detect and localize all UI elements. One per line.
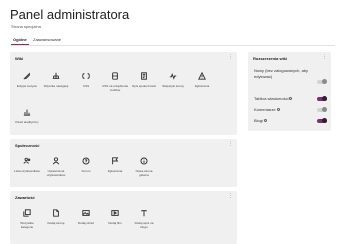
flag-icon — [111, 156, 120, 165]
content-panel-menu-icon[interactable]: ⋮ — [228, 193, 233, 199]
stats-icon — [169, 71, 178, 80]
image-icon — [82, 208, 91, 217]
tile-add-blog-post[interactable]: Dodaj wpis na blogu — [131, 208, 157, 229]
tile-navigation[interactable]: Wtyczka nawigacji — [43, 71, 69, 88]
info-icon — [140, 156, 149, 165]
extensions-panel: Rozszerzenia wiki ⋮ Nowy (bez zalogowany… — [248, 52, 331, 131]
extension-label: Komentarze — [254, 107, 276, 112]
extension-label: Blogi — [254, 118, 263, 123]
tile-user-rights[interactable]: Uprawnienia użytkowników — [43, 156, 69, 177]
extension-toggle[interactable] — [317, 79, 327, 84]
tile-mobile-css[interactable]: CSS na urządzenia mobilne — [102, 71, 128, 92]
users-icon — [23, 156, 32, 165]
tile-add-image[interactable]: Dodaj obraz — [73, 208, 99, 225]
tab-general[interactable]: Ogólne — [11, 37, 29, 45]
wiki-panel-menu-icon[interactable]: ⋮ — [228, 54, 233, 60]
extension-toggle[interactable] — [317, 107, 327, 112]
content-panel: Zawartość ⋮ Wszystkie kategorie Dodaj st… — [10, 191, 237, 244]
description-icon — [140, 71, 149, 80]
user-rights-icon — [52, 156, 61, 165]
extension-toggle[interactable] — [317, 118, 327, 123]
tab-advanced[interactable]: Zaawansowane — [33, 37, 61, 42]
categories-icon — [23, 208, 32, 217]
tile-add-video[interactable]: Dodaj film — [102, 208, 128, 225]
extension-row: Komentarze — [254, 107, 327, 113]
wiki-panel-title: Wiki — [15, 56, 24, 61]
brush-icon — [23, 71, 32, 80]
tile-reports[interactable]: Zgłoszenia — [189, 71, 215, 88]
extension-row: Tablica wiadomości — [254, 96, 327, 102]
text-icon — [140, 208, 149, 217]
content-panel-title: Zawartość — [15, 195, 35, 200]
warning-icon — [198, 71, 207, 80]
analytics-icon — [23, 107, 32, 116]
community-panel-title: Społeczność — [15, 143, 40, 148]
info-icon[interactable] — [276, 108, 280, 112]
tab-bar: Ogólne Zaawansowane — [10, 36, 335, 46]
extension-row: Blogi — [254, 118, 327, 124]
mobile-code-icon — [111, 71, 120, 80]
tile-css[interactable]: CSS — [73, 71, 99, 88]
community-panel: Społeczność ⋮ Lista użytkowników Uprawni… — [10, 139, 237, 187]
info-icon[interactable] — [289, 97, 293, 101]
tile-all-categories[interactable]: Wszystkie kategorie — [14, 208, 40, 229]
wiki-panel: Wiki ⋮ Edycja motywu Wtyczka nawigacji C… — [10, 52, 237, 135]
page-title: Panel administratora — [10, 7, 130, 22]
tile-new-main-page[interactable]: Nowa strona główna — [131, 156, 157, 177]
tile-analytics[interactable]: Panel analityczny — [14, 107, 40, 124]
code-icon — [82, 71, 91, 80]
extensions-panel-title: Rozszerzenia wiki — [253, 56, 288, 61]
tile-user-list[interactable]: Lista użytkowników — [14, 156, 40, 173]
info-icon[interactable] — [263, 119, 267, 123]
add-page-icon — [52, 208, 61, 217]
extension-label: Nowy (bez zalogowanych, aby edytować) — [254, 68, 309, 79]
community-panel-menu-icon[interactable]: ⋮ — [228, 141, 233, 147]
video-icon — [111, 208, 120, 217]
extension-label: Tablica wiadomości — [254, 96, 289, 101]
extension-row: Nowy (bez zalogowanych, aby edytować) — [254, 68, 327, 84]
tile-community-description[interactable]: Opis społeczności — [131, 71, 157, 88]
tile-social-reports[interactable]: Zgłoszenia — [102, 156, 128, 173]
page-subtitle: Strona specjalna — [11, 24, 41, 29]
extensions-panel-menu-icon[interactable]: ⋮ — [322, 54, 327, 60]
tile-page-statistics[interactable]: Statystyki strony — [160, 71, 186, 88]
tile-add-page[interactable]: Dodaj stronę — [43, 208, 69, 225]
forum-icon — [82, 156, 91, 165]
tile-theme-editor[interactable]: Edycja motywu — [14, 71, 40, 88]
tile-forum[interactable]: Forum — [73, 156, 99, 173]
navigation-icon — [52, 71, 61, 80]
extension-toggle[interactable] — [317, 96, 327, 101]
